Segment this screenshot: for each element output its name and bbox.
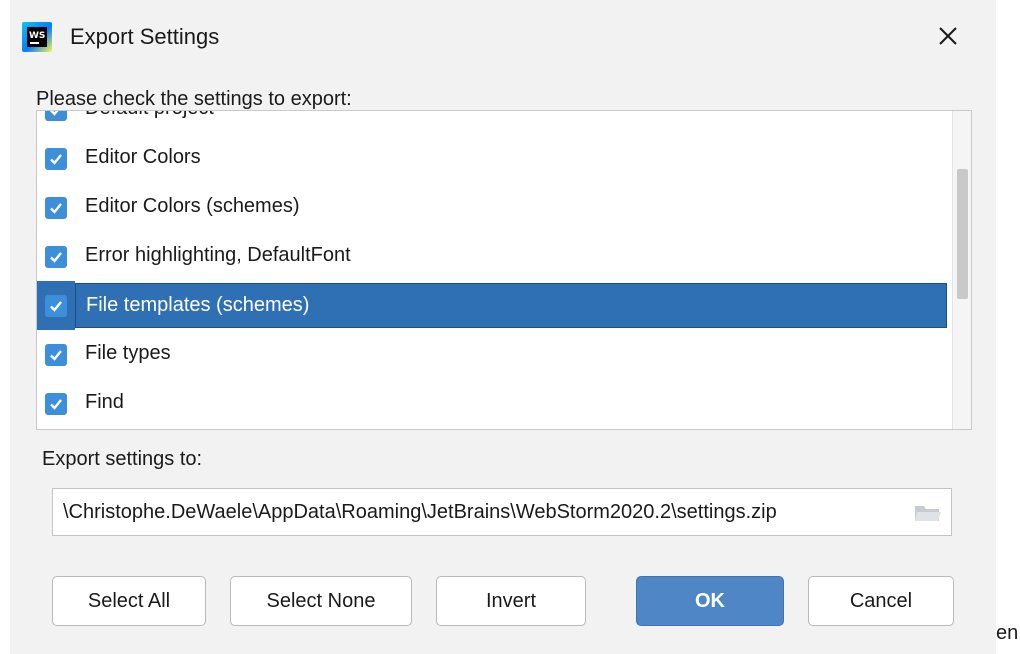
- list-item-label: Error highlighting, DefaultFont: [85, 244, 351, 266]
- list-item-label: Editor Colors: [85, 146, 201, 168]
- settings-list[interactable]: Default project Editor Colors Editor Col…: [36, 110, 972, 430]
- export-path-value: \Christophe.DeWaele\AppData\Roaming\JetB…: [63, 501, 777, 523]
- ok-button[interactable]: OK: [636, 576, 784, 626]
- checkmark-icon: [50, 153, 62, 165]
- close-button[interactable]: [926, 16, 970, 56]
- checkbox[interactable]: [45, 196, 67, 219]
- list-scrollbar[interactable]: [952, 111, 971, 429]
- list-item[interactable]: Error highlighting, DefaultFont: [37, 232, 951, 281]
- list-item-label: Find: [85, 391, 124, 413]
- list-item-label: Editor Colors (schemes): [85, 195, 300, 217]
- list-item-label: File templates (schemes): [86, 294, 310, 316]
- app-icon-text: WS: [29, 31, 45, 41]
- export-path-label: Export settings to:: [42, 448, 203, 470]
- list-item[interactable]: File types: [37, 330, 951, 379]
- folder-icon[interactable]: [913, 501, 943, 525]
- list-item[interactable]: Editor Colors: [37, 134, 951, 183]
- checkbox[interactable]: [45, 111, 67, 121]
- cancel-button[interactable]: Cancel: [808, 576, 954, 626]
- settings-list-rows: Default project Editor Colors Editor Col…: [37, 111, 951, 428]
- checkmark-icon: [50, 349, 62, 361]
- background-text-fragment: en.: [996, 622, 1020, 644]
- checkmark-icon: [50, 202, 62, 214]
- list-item-selected[interactable]: File templates (schemes): [37, 281, 951, 330]
- checkbox[interactable]: [45, 392, 67, 415]
- dialog-title: Export Settings: [70, 24, 220, 49]
- export-settings-dialog: WS Export Settings Please check the sett…: [10, 0, 996, 654]
- checkmark-icon: [50, 398, 62, 410]
- webstorm-app-icon: WS: [22, 22, 52, 52]
- export-prompt: Please check the settings to export:: [36, 88, 352, 110]
- list-item-label: Default project: [75, 111, 214, 120]
- checkbox[interactable]: [45, 343, 67, 366]
- export-path-field[interactable]: \Christophe.DeWaele\AppData\Roaming\JetB…: [52, 488, 952, 536]
- list-item-label: File types: [85, 342, 171, 364]
- list-item[interactable]: Editor Colors (schemes): [37, 183, 951, 232]
- invert-button[interactable]: Invert: [436, 576, 586, 626]
- checkmark-icon: [50, 251, 62, 263]
- title-bar: WS Export Settings: [10, 0, 996, 78]
- checkbox[interactable]: [45, 147, 67, 170]
- list-item[interactable]: Default project: [37, 111, 951, 134]
- select-none-button[interactable]: Select None: [230, 576, 412, 626]
- checkbox[interactable]: [45, 245, 67, 268]
- checkbox[interactable]: [45, 294, 67, 317]
- scrollbar-thumb[interactable]: [957, 169, 968, 299]
- checkmark-icon: [50, 300, 62, 312]
- list-item[interactable]: Find: [37, 379, 951, 428]
- checkmark-icon: [50, 111, 59, 116]
- close-icon: [939, 27, 957, 45]
- select-all-button[interactable]: Select All: [52, 576, 206, 626]
